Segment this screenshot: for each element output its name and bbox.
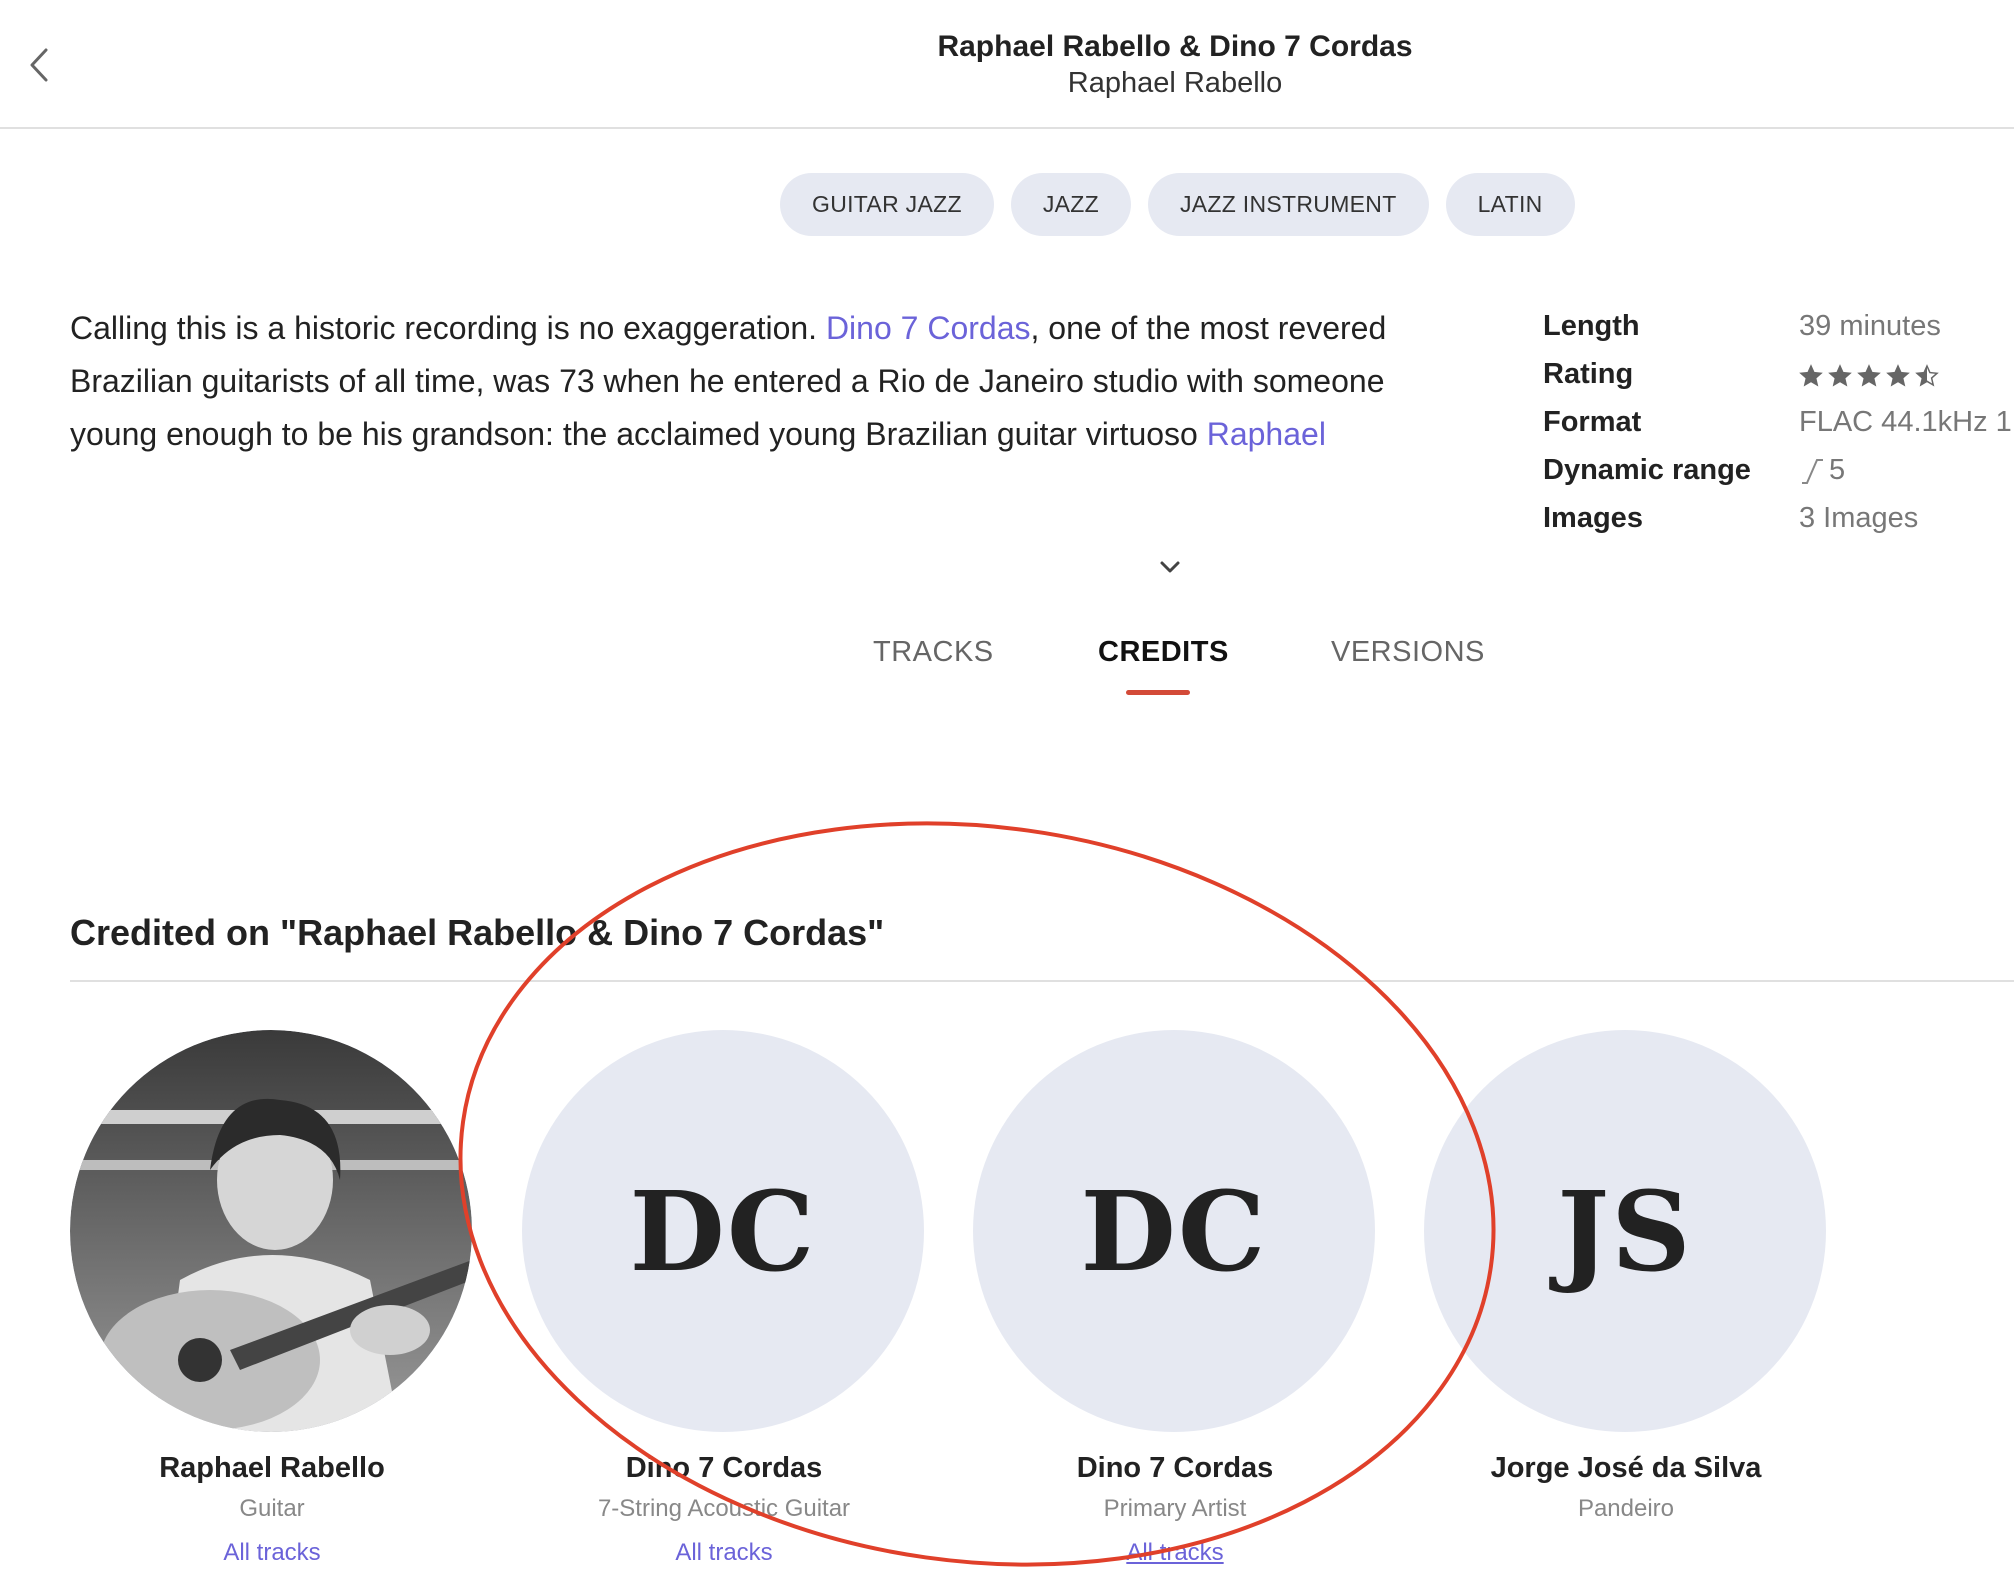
header: Raphael Rabello & Dino 7 Cordas Raphael … xyxy=(0,0,2014,129)
active-tab-indicator xyxy=(1126,690,1190,695)
credit-role: Pandeiro xyxy=(1577,1495,1675,1522)
avatar-initials: DC xyxy=(629,1166,817,1296)
dynamic-range-value: 5 xyxy=(1829,454,1846,486)
all-tracks-link[interactable]: All tracks xyxy=(70,1539,474,1567)
credit-role: 7-String Acoustic Guitar xyxy=(597,1495,851,1522)
genre-chip-guitar-jazz[interactable]: GUITAR JAZZ xyxy=(780,173,994,236)
genre-chip-jazz[interactable]: JAZZ xyxy=(1010,173,1131,236)
all-tracks-link[interactable]: All tracks xyxy=(522,1539,926,1567)
tab-bar: TRACKS CREDITS VERSIONS xyxy=(0,632,2014,702)
album-title: Raphael Rabello & Dino 7 Cordas xyxy=(937,30,1413,63)
artist-avatar-placeholder[interactable]: DC xyxy=(973,1030,1375,1432)
credit-role: Primary Artist xyxy=(1103,1495,1247,1522)
artist-avatar-placeholder[interactable]: JS xyxy=(1424,1030,1826,1432)
artist-photo-image xyxy=(70,1030,472,1432)
star-icon xyxy=(1857,364,1881,387)
credits-section-title: Credited on "Raphael Rabello & Dino 7 Co… xyxy=(70,912,885,953)
meta-rating: Rating xyxy=(1543,350,2014,398)
credit-card: JS Jorge José da Silva Pandeiro xyxy=(1424,1030,1828,1523)
tab-credits[interactable]: CREDITS xyxy=(1098,636,1229,669)
credit-name[interactable]: Dino 7 Cordas xyxy=(522,1452,926,1485)
star-icon xyxy=(1915,364,1939,387)
artist-avatar-placeholder[interactable]: DC xyxy=(522,1030,924,1432)
meta-value: 39 minutes xyxy=(1799,310,1941,342)
meta-format: Format FLAC 44.1kHz 1 xyxy=(1543,398,2014,446)
album-description: Calling this is a historic recording is … xyxy=(70,302,1470,461)
tab-tracks[interactable]: TRACKS xyxy=(873,636,994,669)
credit-card: Raphael Rabello Guitar All tracks xyxy=(70,1030,474,1567)
avatar-initials: JS xyxy=(1557,1166,1693,1296)
all-tracks-link[interactable]: All tracks xyxy=(973,1539,1377,1567)
meta-length: Length 39 minutes xyxy=(1543,302,2014,350)
album-metadata: Length 39 minutes Rating Format FLAC 44.… xyxy=(1543,302,2014,542)
star-icon xyxy=(1799,364,1823,387)
meta-label: Length xyxy=(1543,310,1640,342)
meta-label: Images xyxy=(1543,502,1643,534)
credit-role: Guitar xyxy=(239,1495,305,1522)
divider xyxy=(70,980,2014,982)
meta-value: FLAC 44.1kHz 1 xyxy=(1799,406,2012,438)
meta-dynamic-range: Dynamic range 5 xyxy=(1543,446,2014,494)
expand-description-button[interactable] xyxy=(1157,556,1183,578)
avatar-initials: DC xyxy=(1080,1166,1268,1296)
genre-chip-jazz-instrument[interactable]: JAZZ INSTRUMENT xyxy=(1147,173,1429,236)
credit-name[interactable]: Raphael Rabello xyxy=(70,1452,474,1485)
meta-label: Rating xyxy=(1543,358,1634,390)
meta-images: Images 3 Images xyxy=(1543,494,2014,542)
meta-value: 5 xyxy=(1799,454,1845,487)
rating-stars xyxy=(1799,364,1939,388)
artist-photo-raphael-rabello[interactable] xyxy=(70,1030,472,1432)
dynamic-range-icon xyxy=(1802,459,1823,485)
genre-chips: GUITAR JAZZ JAZZ JAZZ INSTRUMENT LATIN xyxy=(780,173,1575,236)
chevron-down-icon xyxy=(1160,561,1180,573)
description-link-dino[interactable]: Dino 7 Cordas xyxy=(826,310,1031,346)
meta-label: Dynamic range xyxy=(1543,454,1751,486)
credit-card: DC Dino 7 Cordas 7-String Acoustic Guita… xyxy=(522,1030,926,1567)
meta-label: Format xyxy=(1543,406,1642,438)
credit-name[interactable]: Jorge José da Silva xyxy=(1424,1452,1828,1485)
star-icon xyxy=(1886,364,1910,387)
meta-images-link[interactable]: 3 Images xyxy=(1799,502,1918,535)
tab-versions[interactable]: VERSIONS xyxy=(1331,636,1485,669)
description-link-raphael[interactable]: Raphael xyxy=(1207,416,1326,452)
credit-name[interactable]: Dino 7 Cordas xyxy=(973,1452,1377,1485)
star-icon xyxy=(1828,364,1852,387)
album-artist[interactable]: Raphael Rabello xyxy=(0,67,2014,100)
genre-chip-latin[interactable]: LATIN xyxy=(1445,173,1575,236)
credit-card: DC Dino 7 Cordas Primary Artist All trac… xyxy=(973,1030,1377,1567)
description-text: Calling this is a historic recording is … xyxy=(70,310,826,346)
